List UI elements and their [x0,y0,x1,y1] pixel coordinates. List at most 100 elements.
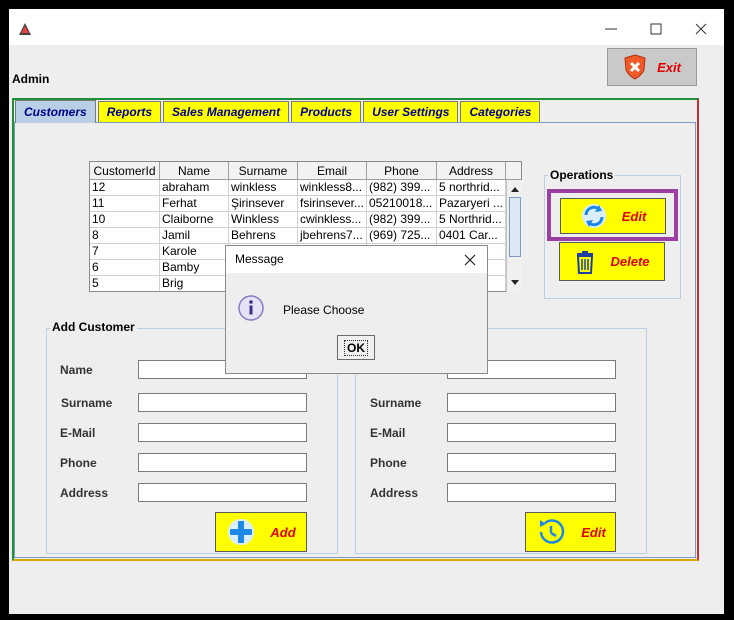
table-cell: winkless [229,180,298,195]
table-cell: 10 [90,212,160,227]
add-phone-input[interactable] [138,453,307,472]
table-cell: jbehrens7... [298,228,367,243]
add-customer-title: Add Customer [50,320,137,334]
scroll-thumb[interactable] [509,197,521,257]
table-cell: (982) 399... [367,180,437,195]
table-cell: 5 [90,276,160,291]
operations-edit-label: Edit [621,208,647,224]
maximize-icon[interactable] [646,19,666,39]
ok-button[interactable]: OK [337,335,375,360]
update-customer-button[interactable]: Edit [525,512,616,552]
table-cell: Pazaryeri ... [437,196,506,211]
table-cell: 12 [90,180,160,195]
exit-button[interactable]: Exit [607,48,697,86]
add-customer-label: Add [270,524,296,540]
tab-bar: Customers Reports Sales Management Produ… [15,100,542,123]
update-email-label: E-Mail [370,426,406,440]
message-dialog: Message Please Choose OK [225,245,488,374]
update-surname-input[interactable] [447,393,616,412]
tab-sales-management[interactable]: Sales Management [163,101,290,122]
table-cell: 11 [90,196,160,211]
update-phone-input[interactable] [447,453,616,472]
add-email-input[interactable] [138,423,307,442]
exit-shield-icon [624,54,646,80]
table-cell: 6 [90,260,160,275]
table-cell: 05210018... [367,196,437,211]
column-header[interactable]: Address [437,162,506,179]
column-header[interactable]: Email [298,162,367,179]
table-cell: Claiborne [160,212,229,227]
table-cell: 0401 Car... [437,228,506,243]
table-cell: Şirinsever [229,196,298,211]
dialog-close-icon[interactable] [463,253,477,267]
add-customer-button[interactable]: Add [215,512,307,552]
table-cell: cwinkless... [298,212,367,227]
update-email-input[interactable] [447,423,616,442]
add-name-label: Name [60,363,93,377]
table-cell: Bamby [160,260,229,275]
dialog-message: Please Choose [283,303,365,317]
tab-products[interactable]: Products [291,101,362,122]
table-cell: 5 Northrid... [437,212,506,227]
table-cell: Brig [160,276,229,291]
table-cell: (982) 399... [367,212,437,227]
admin-label: Admin [12,72,50,86]
refresh-icon [581,204,606,228]
table-cell: Ferhat [160,196,229,211]
table-cell: 5 northrid... [437,180,506,195]
table-cell: Jamil [160,228,229,243]
tab-user-settings[interactable]: User Settings [363,101,459,122]
add-phone-label: Phone [60,456,97,470]
table-cell: (969) 725... [367,228,437,243]
trash-icon [577,250,594,274]
add-address-input[interactable] [138,483,307,502]
operations-delete-label: Delete [610,254,650,269]
add-surname-label: Surname [61,396,113,410]
table-cell: winkless8... [298,180,367,195]
add-email-label: E-Mail [60,426,96,440]
table-cell: Winkless [229,212,298,227]
operations-edit-button[interactable]: Edit [560,198,666,234]
column-header[interactable]: Surname [229,162,298,179]
tab-categories[interactable]: Categories [460,101,541,122]
dialog-title-bar: Message [226,246,487,273]
table-row[interactable]: 8 Jamil Behrens jbehrens7... (969) 725..… [90,228,521,244]
table-scrollbar[interactable] [506,180,522,292]
update-phone-label: Phone [370,456,407,470]
column-header[interactable]: Name [160,162,229,179]
update-address-input[interactable] [447,483,616,502]
ok-label: OK [344,339,368,356]
table-cell: fsirinsever... [298,196,367,211]
update-surname-label: Surname [370,396,422,410]
plus-icon [228,519,255,545]
table-cell: abraham [160,180,229,195]
table-cell: Behrens [229,228,298,243]
tab-customers[interactable]: Customers [15,100,96,123]
table-cell: 8 [90,228,160,243]
close-icon[interactable] [691,19,711,39]
column-header[interactable]: CustomerId [90,162,160,179]
scroll-up-icon[interactable] [507,182,523,196]
table-row[interactable]: 11 Ferhat Şirinsever fsirinsever... 0521… [90,196,521,212]
exit-label: Exit [657,59,681,75]
table-row[interactable]: 10 Claiborne Winkless cwinkless... (982)… [90,212,521,228]
update-customer-label: Edit [581,524,606,540]
minimize-icon[interactable] [601,19,621,39]
add-surname-input[interactable] [138,393,307,412]
table-row[interactable]: 12 abraham winkless winkless8... (982) 3… [90,180,521,196]
add-address-label: Address [60,486,109,500]
dialog-title: Message [235,252,284,266]
update-address-label: Address [370,486,419,500]
operations-title: Operations [548,168,616,182]
title-bar [9,9,724,45]
history-icon [539,519,565,544]
column-header[interactable]: Phone [367,162,437,179]
java-app-icon [17,21,33,37]
tab-reports[interactable]: Reports [97,101,162,122]
scroll-down-icon[interactable] [507,276,523,290]
table-header: CustomerId Name Surname Email Phone Addr… [90,162,521,180]
table-cell: 7 [90,244,160,259]
info-icon [238,295,264,321]
table-cell: Karole [160,244,229,259]
operations-delete-button[interactable]: Delete [559,242,665,281]
